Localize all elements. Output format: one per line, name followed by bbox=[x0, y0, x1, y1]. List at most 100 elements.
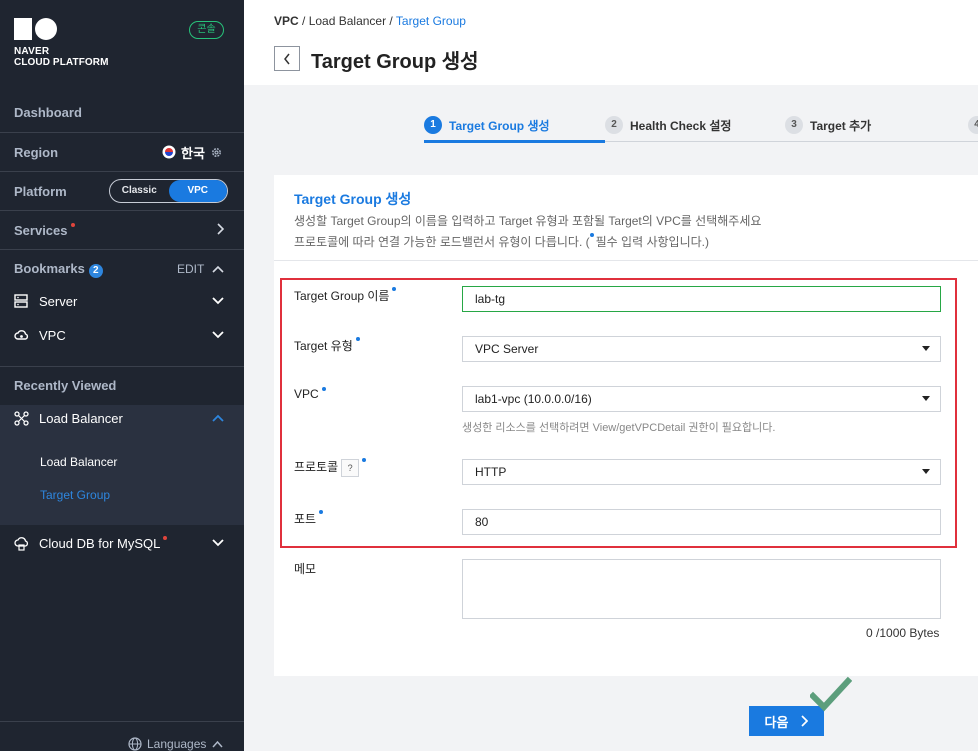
bookmarks-label: Bookmarks bbox=[14, 260, 85, 276]
desc2-prefix: 프로토콜에 따라 연결 가능한 로드밸런서 유형이 다릅니다. ( bbox=[294, 235, 590, 249]
recent-sub-load-balancer-label: Load Balancer bbox=[40, 455, 118, 469]
step-2: 2 Health Check 설정 bbox=[605, 116, 731, 134]
load-balancer-icon bbox=[14, 410, 29, 426]
logo-line2: CLOUD PLATFORM bbox=[14, 57, 109, 68]
caret-down-icon bbox=[922, 346, 930, 351]
korea-flag-icon bbox=[162, 145, 176, 159]
help-icon[interactable]: ? bbox=[341, 458, 360, 477]
vpc-select[interactable]: lab1-vpc (10.0.0.0/16) bbox=[462, 386, 941, 412]
protocol-select[interactable]: HTTP bbox=[462, 459, 941, 485]
target-type-label: Target 유형 bbox=[294, 337, 360, 354]
logo-line1: NAVER bbox=[14, 46, 50, 57]
naver-cloud-logo[interactable]: NAVER CLOUD PLATFORM bbox=[14, 18, 109, 68]
server-icon bbox=[14, 294, 28, 308]
platform-toggle[interactable]: Classic VPC bbox=[109, 179, 228, 203]
sidebar-services[interactable]: Services bbox=[0, 218, 244, 242]
divider bbox=[0, 249, 244, 250]
port-input[interactable]: 80 bbox=[462, 509, 941, 535]
bookmarks-edit-button[interactable]: EDIT bbox=[177, 262, 204, 276]
step-2-number: 2 bbox=[605, 116, 623, 134]
next-button-label: 다음 bbox=[764, 714, 789, 730]
required-dot bbox=[392, 287, 397, 291]
required-fields-highlight bbox=[280, 278, 957, 548]
bookmark-vpc-label: VPC bbox=[39, 327, 66, 343]
checkmark-icon bbox=[810, 676, 852, 712]
port-label: 포트 bbox=[294, 510, 324, 527]
caret-down-icon bbox=[922, 469, 930, 474]
chevron-up-icon[interactable] bbox=[212, 411, 224, 425]
gear-icon[interactable] bbox=[210, 146, 223, 159]
memo-textarea[interactable] bbox=[462, 559, 941, 619]
name-label: Target Group 이름 bbox=[294, 287, 397, 304]
recent-sub-target-group-label: Target Group bbox=[40, 488, 111, 502]
new-dot bbox=[163, 535, 168, 540]
step-1: 1 Target Group 생성 bbox=[424, 116, 550, 134]
required-dot bbox=[355, 337, 360, 341]
bookmark-item-vpc[interactable]: VPC bbox=[0, 324, 244, 346]
target-group-name-input[interactable]: lab-tg bbox=[462, 286, 941, 312]
chevron-down-icon bbox=[212, 536, 224, 550]
logo-mark-icon bbox=[14, 18, 109, 40]
required-dot bbox=[362, 458, 367, 462]
cloud-db-label: Cloud DB for MySQL bbox=[39, 535, 161, 551]
divider bbox=[0, 721, 244, 722]
recent-sub-target-group[interactable]: Target Group bbox=[0, 485, 244, 505]
caret-down-icon bbox=[922, 396, 930, 401]
target-type-value: VPC Server bbox=[475, 342, 539, 356]
vpc-value: lab1-vpc (10.0.0.0/16) bbox=[475, 392, 592, 406]
bookmarks-count-badge: 2 bbox=[88, 263, 103, 278]
memo-label: 메모 bbox=[294, 562, 317, 576]
desc2-suffix: 필수 입력 사항입니다.) bbox=[595, 235, 709, 249]
form-card: Target Group 생성 생성할 Target Group의 이름을 입력… bbox=[274, 175, 978, 676]
back-button[interactable] bbox=[274, 46, 300, 71]
bookmark-item-server[interactable]: Server bbox=[0, 290, 244, 312]
chevron-up-icon[interactable] bbox=[212, 262, 224, 276]
console-badge[interactable]: 콘솔 bbox=[189, 21, 224, 39]
region-label: Region bbox=[14, 144, 59, 160]
memo-byte-counter: 0 /1000 Bytes bbox=[866, 626, 940, 640]
step-1-number: 1 bbox=[424, 116, 442, 134]
divider bbox=[0, 132, 244, 133]
vpc-label: VPC bbox=[294, 387, 326, 401]
recent-load-balancer-group[interactable]: Load Balancer bbox=[0, 407, 244, 429]
services-label: Services bbox=[14, 222, 68, 238]
section-description-1: 생성할 Target Group의 이름을 입력하고 Target 유형과 포함… bbox=[294, 214, 762, 228]
step-1-label: Target Group 생성 bbox=[449, 118, 550, 133]
chevron-right-icon bbox=[801, 715, 809, 727]
page-title: Target Group 생성 bbox=[311, 51, 479, 73]
platform-classic-option[interactable]: Classic bbox=[110, 180, 169, 202]
chevron-down-icon bbox=[212, 294, 224, 308]
bookmark-server-label: Server bbox=[39, 293, 78, 309]
step-4: 4 bbox=[968, 116, 978, 134]
globe-icon bbox=[128, 737, 142, 751]
sidebar-dashboard[interactable]: Dashboard bbox=[0, 100, 244, 124]
sidebar-bookmarks: Bookmarks 2 EDIT bbox=[0, 258, 244, 280]
chevron-left-icon bbox=[284, 53, 290, 64]
stepper: 1 Target Group 생성 2 Health Check 설정 3 Ta… bbox=[244, 105, 978, 145]
required-dot bbox=[321, 387, 326, 391]
step-4-number: 4 bbox=[968, 116, 978, 134]
section-title: Target Group 생성 bbox=[294, 191, 412, 207]
breadcrumb-vpc[interactable]: VPC bbox=[274, 14, 299, 28]
recent-sub-load-balancer[interactable]: Load Balancer bbox=[0, 452, 244, 472]
sidebar-cloud-db-mysql[interactable]: Cloud DB for MySQL bbox=[0, 532, 244, 554]
breadcrumb-load-balancer[interactable]: Load Balancer bbox=[309, 14, 386, 28]
section-divider bbox=[274, 260, 978, 261]
platform-vpc-option[interactable]: VPC bbox=[168, 180, 227, 202]
breadcrumb-target-group[interactable]: Target Group bbox=[396, 14, 466, 28]
divider bbox=[0, 171, 244, 172]
target-type-select[interactable]: VPC Server bbox=[462, 336, 941, 362]
sidebar-region[interactable]: Region 한국 bbox=[0, 140, 244, 164]
languages-label: Languages bbox=[147, 737, 207, 751]
chevron-right-icon bbox=[216, 222, 225, 238]
section-description-2: 프로토콜에 따라 연결 가능한 로드밸런서 유형이 다릅니다. ( 필수 입력 사… bbox=[294, 233, 709, 250]
languages-selector[interactable]: Languages bbox=[0, 734, 244, 751]
sidebar: NAVER CLOUD PLATFORM 콘솔 Dashboard Region… bbox=[0, 0, 244, 751]
recently-viewed-header: Recently Viewed bbox=[0, 374, 244, 396]
sidebar-platform: Platform Classic VPC bbox=[0, 178, 244, 204]
main-content: VPC / Load Balancer / Target Group Targe… bbox=[244, 0, 978, 751]
recent-load-balancer-label: Load Balancer bbox=[39, 410, 123, 426]
step-3: 3 Target 추가 bbox=[785, 116, 871, 134]
chevron-up-icon bbox=[212, 740, 223, 748]
step-2-label: Health Check 설정 bbox=[630, 118, 732, 133]
